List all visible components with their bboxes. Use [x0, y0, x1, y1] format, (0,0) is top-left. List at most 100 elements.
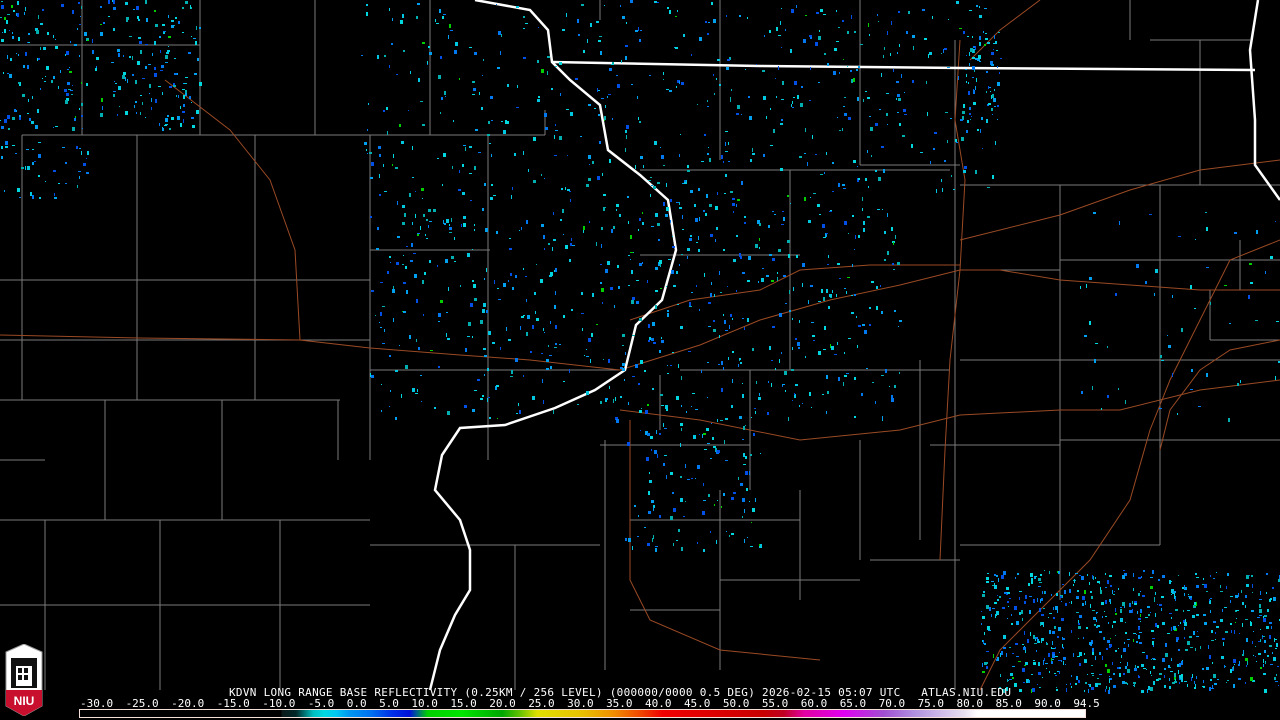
radar-echo: [477, 379, 480, 381]
radar-echo: [640, 156, 643, 159]
radar-echo: [797, 95, 799, 99]
radar-echo: [808, 301, 809, 304]
radar-echo: [14, 109, 16, 112]
radar-echo: [1275, 376, 1276, 380]
radar-echo: [1230, 600, 1231, 603]
radar-echo: [155, 99, 157, 103]
radar-echo: [1009, 598, 1011, 599]
radar-echo: [32, 195, 34, 199]
radar-echo: [1044, 591, 1045, 594]
radar-echo: [1242, 654, 1244, 656]
radar-echo: [1148, 686, 1150, 690]
radar-echo: [500, 347, 501, 350]
radar-echo: [759, 393, 760, 396]
radar-echo: [1012, 653, 1014, 654]
radar-echo: [699, 37, 702, 41]
radar-echo: [848, 338, 851, 339]
radar-echo: [1253, 655, 1254, 656]
radar-echo: [139, 41, 142, 44]
radar-echo: [517, 85, 518, 88]
radar-echo: [1265, 271, 1266, 274]
radar-echo: [1184, 622, 1187, 626]
radar-echo: [1103, 637, 1104, 640]
radar-echo: [792, 347, 793, 350]
radar-echo: [78, 171, 81, 172]
radar-echo: [742, 439, 744, 440]
radar-echo: [4, 17, 6, 20]
radar-echo: [979, 42, 981, 46]
radar-echo: [449, 227, 452, 230]
radar-echo: [1132, 601, 1133, 604]
radar-echo: [70, 90, 73, 91]
radar-echo: [625, 352, 626, 355]
radar-echo: [1153, 681, 1155, 685]
radar-echo: [496, 231, 498, 234]
radar-echo: [1164, 686, 1166, 687]
radar-echo: [1096, 626, 1098, 628]
radar-echo: [824, 53, 826, 55]
radar-echo: [0, 17, 2, 18]
radar-echo: [709, 158, 711, 162]
radar-echo: [469, 47, 472, 48]
radar-echo: [844, 375, 847, 377]
radar-echo: [1161, 608, 1162, 611]
radar-echo: [1118, 648, 1119, 649]
radar-echo: [854, 31, 856, 33]
radar-echo: [9, 30, 10, 31]
radar-echo: [1258, 653, 1261, 655]
radar-echo: [997, 595, 998, 596]
radar-echo: [979, 6, 980, 8]
radar-echo: [1033, 660, 1035, 661]
radar-echo: [1023, 647, 1026, 650]
radar-echo: [1264, 650, 1266, 653]
radar-echo: [843, 59, 844, 60]
radar-echo: [759, 238, 760, 241]
radar-echo: [1210, 610, 1211, 613]
radar-echo: [1107, 395, 1109, 398]
radar-echo: [822, 224, 825, 228]
radar-echo: [963, 104, 965, 108]
radar-echo: [810, 197, 811, 198]
radar-echo: [1179, 663, 1181, 667]
radar-echo: [846, 291, 847, 294]
radar-echo: [185, 1, 188, 4]
radar-echo: [679, 207, 682, 209]
radar-echo: [968, 82, 969, 84]
radar-echo: [577, 19, 579, 23]
radar-echo: [537, 60, 539, 63]
radar-echo: [1082, 603, 1084, 606]
radar-echo: [482, 309, 485, 313]
radar-echo: [1269, 645, 1272, 647]
radar-echo: [601, 288, 604, 292]
radar-echo: [847, 66, 848, 67]
radar-echo: [1138, 618, 1141, 620]
radar-echo: [1075, 573, 1078, 574]
radar-echo: [733, 492, 736, 494]
radar-echo: [86, 172, 89, 174]
radar-echo: [820, 9, 823, 12]
radar-echo: [984, 662, 987, 665]
radar-echo: [1108, 622, 1109, 624]
radar-echo: [377, 55, 379, 59]
radar-echo: [802, 263, 805, 267]
radar-echo: [402, 222, 405, 225]
radar-echo: [829, 211, 832, 212]
radar-echo: [865, 178, 867, 181]
radar-echo: [788, 417, 789, 421]
radar-echo: [670, 365, 672, 366]
radar-echo: [1237, 383, 1239, 386]
radar-echo: [863, 221, 865, 225]
radar-echo: [1137, 611, 1138, 614]
radar-echo: [731, 405, 733, 408]
radar-echo: [731, 533, 734, 535]
radar-echo: [782, 81, 784, 85]
radar-echo: [448, 35, 449, 39]
radar-echo: [882, 209, 883, 210]
radar-echo: [417, 389, 418, 392]
radar-echo: [1078, 680, 1080, 683]
radar-echo: [926, 81, 927, 84]
radar-echo: [872, 382, 874, 383]
radar-echo: [612, 118, 613, 120]
radar-echo: [984, 8, 987, 9]
radar-echo: [796, 255, 798, 258]
